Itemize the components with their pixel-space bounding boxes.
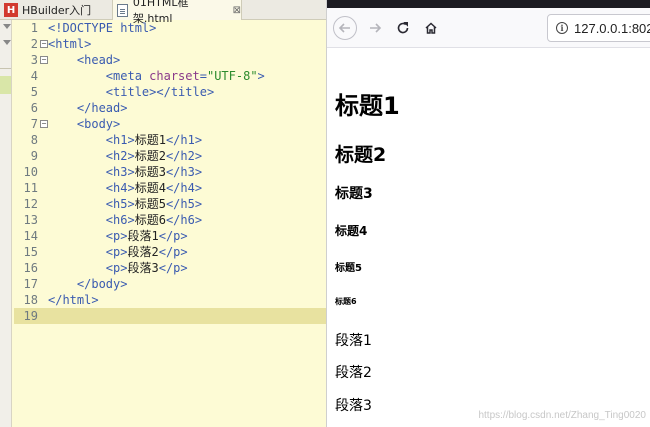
code-line[interactable]: 14 <p>段落1</p> (14, 228, 326, 244)
code-text: <p>段落2</p> (48, 245, 188, 259)
code-text: <meta charset="UTF-8"> (48, 69, 265, 83)
code-text: <h5>标题5</h5> (48, 197, 203, 211)
code-line[interactable]: 8 <h1>标题1</h1> (14, 132, 326, 148)
triangle-down-icon[interactable] (3, 24, 11, 29)
code-text: <h3>标题3</h3> (48, 165, 203, 179)
heading-3: 标题3 (335, 186, 373, 202)
heading-4: 标题4 (335, 224, 368, 238)
reload-button[interactable] (391, 16, 415, 40)
code-line[interactable]: 15 <p>段落2</p> (14, 244, 326, 260)
home-icon (425, 22, 437, 34)
code-text: <!DOCTYPE html> (48, 21, 157, 35)
side-panel-strip (0, 20, 12, 427)
code-line[interactable]: 6 </head> (14, 100, 326, 116)
html-file-icon (117, 3, 128, 17)
code-text: <p>段落1</p> (48, 229, 188, 243)
code-text: <title></title> (48, 85, 215, 99)
code-text: <h1>标题1</h1> (48, 133, 203, 147)
home-button[interactable] (419, 16, 443, 40)
line-number: 17 (23, 277, 38, 291)
arrow-right-icon (370, 23, 382, 33)
reload-icon (397, 22, 409, 34)
code-line[interactable]: 13 <h6>标题6</h6> (14, 212, 326, 228)
code-text: </html> (48, 293, 99, 307)
heading-6: 标题6 (335, 297, 357, 306)
hbuilder-icon: H (4, 3, 18, 17)
code-text: <head> (48, 53, 121, 67)
code-text: <html> (48, 37, 92, 51)
watermark: https://blog.csdn.net/Zhang_Ting0020 (478, 410, 646, 421)
code-line[interactable]: 3− <head> (14, 52, 326, 68)
code-text: <p>段落3</p> (48, 261, 188, 275)
line-number: 2 (30, 37, 38, 51)
code-line[interactable]: 4 <meta charset="UTF-8"> (14, 68, 326, 84)
fold-toggle-icon[interactable]: − (40, 56, 48, 64)
code-text: <body> (48, 117, 121, 131)
paragraph-2: 段落2 (335, 365, 372, 381)
code-line[interactable]: 17 </body> (14, 276, 326, 292)
heading-1: 标题1 (335, 92, 400, 120)
arrow-left-icon (338, 23, 350, 33)
line-number: 1 (30, 21, 38, 35)
paragraph-1: 段落1 (335, 333, 372, 349)
code-text: <h4>标题4</h4> (48, 181, 203, 195)
code-line[interactable]: 5 <title></title> (14, 84, 326, 100)
code-line[interactable]: 11 <h4>标题4</h4> (14, 180, 326, 196)
paragraph-3: 段落3 (335, 398, 372, 414)
code-line[interactable]: 19 (14, 308, 326, 324)
line-number: 16 (23, 261, 38, 275)
code-text: <h6>标题6</h6> (48, 213, 203, 227)
close-icon[interactable]: ⊠ (233, 5, 241, 16)
fold-toggle-icon[interactable]: − (40, 40, 48, 48)
code-line[interactable]: 10 <h3>标题3</h3> (14, 164, 326, 180)
line-number: 12 (23, 197, 38, 211)
triangle-down-icon[interactable] (3, 40, 11, 45)
line-number: 10 (23, 165, 38, 179)
heading-2: 标题2 (335, 144, 387, 166)
line-number: 15 (23, 245, 38, 259)
address-bar[interactable]: i 127.0.0.1:802 (547, 14, 650, 42)
code-editor[interactable]: H HBuilder入门 01HTML框架.html ⊠ 1 <!DOCTYPE … (0, 0, 326, 427)
editor-tab-bar: H HBuilder入门 01HTML框架.html ⊠ (0, 0, 326, 25)
code-line[interactable]: 7− <body> (14, 116, 326, 132)
browser-tab-strip (327, 0, 650, 8)
line-number: 4 (30, 69, 38, 83)
info-icon[interactable]: i (556, 22, 568, 34)
line-number: 6 (30, 101, 38, 115)
code-text: <h2>标题2</h2> (48, 149, 203, 163)
line-number: 13 (23, 213, 38, 227)
line-number: 14 (23, 229, 38, 243)
line-number: 5 (30, 85, 38, 99)
code-line[interactable]: 2− <html> (14, 36, 326, 52)
code-line[interactable]: 9 <h2>标题2</h2> (14, 148, 326, 164)
code-line[interactable]: 1 <!DOCTYPE html> (14, 20, 326, 36)
code-text: </head> (48, 101, 128, 115)
code-text: </body> (48, 277, 128, 291)
line-number: 8 (30, 133, 38, 147)
code-area[interactable]: 1 <!DOCTYPE html> 2− <html> 3− <head> 4 <meta… (14, 20, 326, 324)
line-number: 19 (23, 309, 38, 323)
back-button[interactable] (333, 16, 357, 40)
browser-window: i 127.0.0.1:802 标题1 标题2 标题3 标题4 标题5 标题6 … (326, 0, 650, 427)
line-number: 11 (23, 181, 38, 195)
line-number: 18 (23, 293, 38, 307)
code-line[interactable]: 12 <h5>标题5</h5> (14, 196, 326, 212)
url-text[interactable]: 127.0.0.1:802 (574, 21, 650, 36)
code-line[interactable]: 18 </html> (14, 292, 326, 308)
tab-html-file[interactable]: 01HTML框架.html ⊠ (112, 0, 242, 25)
tab-hbuilder-intro[interactable]: H HBuilder入门 (0, 0, 112, 20)
fold-toggle-icon[interactable]: − (40, 120, 48, 128)
line-number: 7 (30, 117, 38, 131)
selected-marker (0, 76, 11, 94)
tab-label: HBuilder入门 (22, 4, 92, 17)
divider (0, 68, 11, 69)
line-number: 9 (30, 149, 38, 163)
code-line[interactable]: 16 <p>段落3</p> (14, 260, 326, 276)
forward-button[interactable] (363, 16, 387, 40)
line-number: 3 (30, 53, 38, 67)
heading-5: 标题5 (335, 263, 362, 274)
browser-toolbar: i 127.0.0.1:802 (327, 8, 650, 48)
